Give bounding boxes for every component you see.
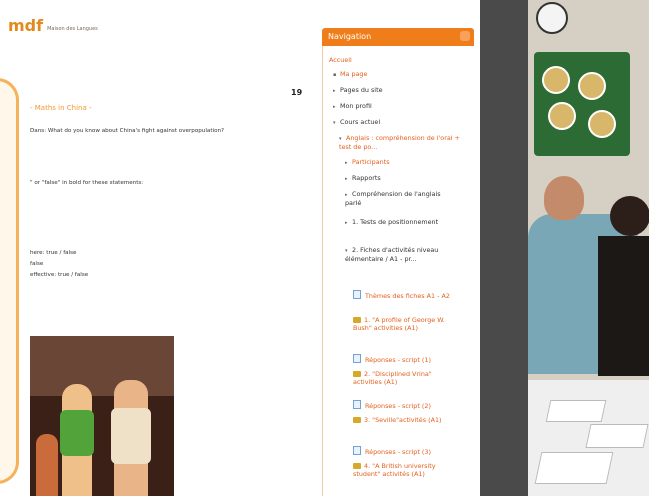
nav-item-fiches[interactable]: ▾ 2. Fiches d'activités niveau élémentair…	[345, 246, 461, 263]
nav-item-reponses-1[interactable]: Réponses - script (1)	[353, 354, 461, 364]
chevron-right-icon: ▸	[345, 220, 348, 226]
nav-item-reponses-2[interactable]: Réponses - script (2)	[353, 400, 461, 410]
person-dark-shirt	[598, 236, 649, 376]
nav-item-themes[interactable]: Thèmes des fiches A1 - A2	[353, 290, 461, 300]
document-line: " or "false" in bold for these statement…	[30, 180, 144, 186]
page-number: 19	[291, 88, 303, 97]
nav-item-activity-2[interactable]: 2. "Disciplined Vrina" activities (A1)	[353, 370, 461, 386]
folder-icon	[353, 417, 361, 423]
document-icon	[353, 354, 361, 363]
nav-item-cours-actuel[interactable]: ▾ Cours actuel	[333, 118, 380, 127]
wall-poster	[534, 52, 630, 156]
nav-item-comprehension[interactable]: ▸ Compréhension de l'anglais parlé	[345, 190, 457, 207]
document-line: false	[30, 261, 44, 267]
document-icon	[353, 400, 361, 409]
clock-icon	[536, 2, 568, 34]
document-title: - Maths in China -	[30, 104, 92, 112]
nav-item-participants[interactable]: ▸ Participants	[345, 158, 390, 167]
logo: mdf Maison des Langues	[8, 18, 98, 34]
chevron-right-icon: ▸	[345, 176, 348, 182]
collapse-icon[interactable]	[460, 31, 470, 41]
dark-divider	[480, 0, 528, 496]
family-photo	[30, 336, 174, 496]
logo-subtitle: Maison des Langues	[47, 26, 98, 32]
chevron-down-icon: ▾	[333, 120, 336, 126]
nav-item-mon-profil[interactable]: ▸ Mon profil	[333, 102, 372, 111]
nav-item-accueil[interactable]: Accueil	[329, 56, 352, 64]
chevron-right-icon: ▸	[345, 160, 348, 166]
person-head	[610, 196, 649, 236]
nav-item-rapports[interactable]: ▸ Rapports	[345, 174, 381, 183]
nav-item-reponses-3[interactable]: Réponses - script (3)	[353, 446, 461, 456]
chevron-down-icon: ▾	[339, 136, 342, 142]
chevron-right-icon: ▸	[345, 192, 348, 198]
paper-sheet	[545, 400, 607, 422]
navigation-tree: Accueil ▪ Ma page ▸ Pages du site ▸ Mon pro…	[322, 46, 475, 496]
chevron-right-icon: ▸	[333, 88, 336, 94]
nav-item-tests[interactable]: ▸ 1. Tests de positionnement	[345, 218, 457, 227]
document-line: effective: true / false	[30, 272, 89, 278]
folder-icon	[353, 371, 361, 377]
document-icon	[353, 290, 361, 299]
bullet-icon: ▪	[333, 72, 337, 78]
logo-mark: mdf	[8, 16, 44, 35]
nav-item-ma-page[interactable]: ▪ Ma page	[333, 70, 367, 79]
chevron-down-icon: ▾	[345, 248, 348, 254]
chevron-right-icon: ▸	[333, 104, 336, 110]
document-line: Dans: What do you know about China's fig…	[30, 128, 225, 134]
document-line: here: true / false	[30, 250, 77, 256]
navigation-header: Navigation	[322, 28, 474, 46]
person-head	[544, 176, 584, 220]
nav-item-pages-du-site[interactable]: ▸ Pages du site	[333, 86, 383, 95]
nav-item-activity-4[interactable]: 4. "A British university student" activi…	[353, 462, 461, 478]
folder-icon	[353, 463, 361, 469]
nav-item-activity-1[interactable]: 1. "A profile of George W. Bush" activit…	[353, 316, 461, 332]
paper-sheet	[534, 452, 614, 484]
navigation-block: Navigation Accueil ▪ Ma page ▸ Pages du si…	[318, 0, 480, 496]
nav-item-activity-3[interactable]: 3. "Seville"activités (A1)	[353, 416, 461, 424]
document-side-tab	[0, 78, 19, 484]
nav-item-course[interactable]: ▾ Anglais : compréhension de l'oral + tes…	[339, 134, 465, 151]
document-icon	[353, 446, 361, 455]
folder-icon	[353, 317, 361, 323]
paper-sheet	[585, 424, 649, 448]
navigation-title: Navigation	[328, 32, 372, 41]
classroom-photo	[528, 0, 649, 496]
course-document: mdf Maison des Langues 19 - Maths in Chi…	[0, 0, 318, 496]
